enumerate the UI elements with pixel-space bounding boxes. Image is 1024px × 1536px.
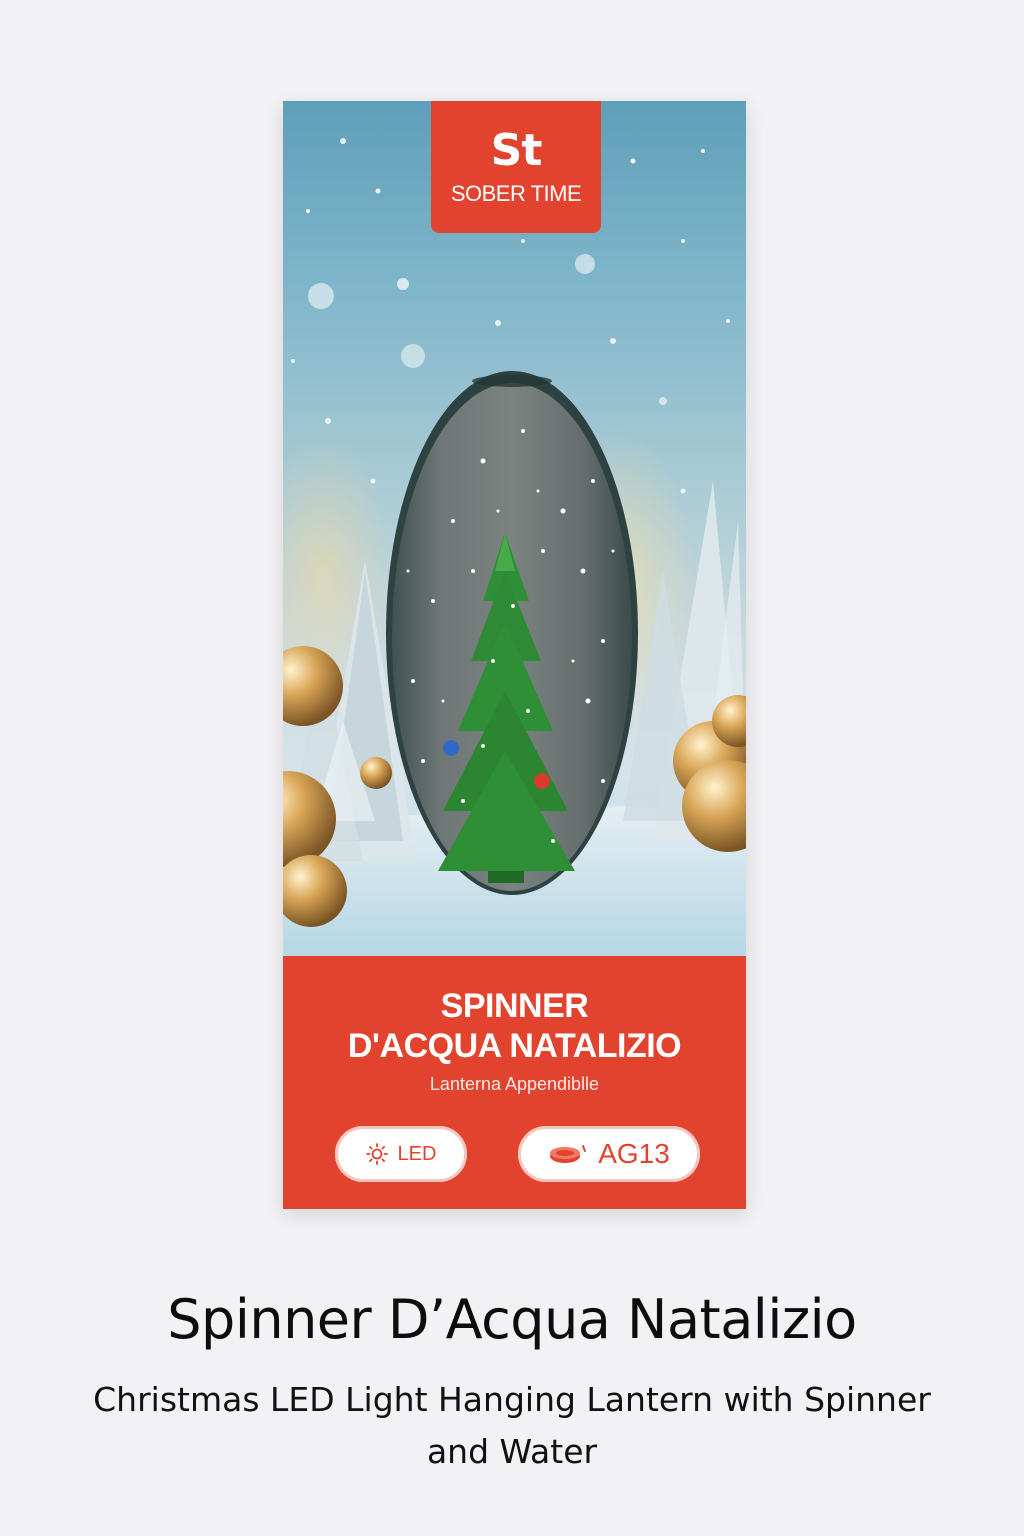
product-box: St SOBER TIME SPINNER D'ACQUA NATALIZIO … <box>283 101 746 1209</box>
brand-logo-mark: St <box>490 125 543 176</box>
led-badge-label: LED <box>397 1142 437 1165</box>
product-image-page: St SOBER TIME SPINNER D'ACQUA NATALIZIO … <box>0 0 1024 1536</box>
sun-icon <box>365 1143 388 1165</box>
package-title-line1: SPINNER <box>440 987 589 1025</box>
product-caption-subtitle: Christmas LED Light Hanging Lantern with… <box>93 1380 931 1471</box>
led-badge: LED <box>335 1126 467 1182</box>
winter-scene-artwork: St SOBER TIME <box>283 101 746 956</box>
product-label-panel: SPINNER D'ACQUA NATALIZIO Lanterna Appen… <box>283 956 746 1209</box>
package-title: SPINNER D'ACQUA NATALIZIO <box>283 986 746 1066</box>
brand-name: SOBER TIME <box>450 181 582 206</box>
brand-logo-tab: St SOBER TIME <box>431 101 601 233</box>
package-subtitle: Lanterna Appendiblle <box>429 1074 600 1094</box>
package-title-line2: D'ACQUA NATALIZIO <box>347 1027 682 1065</box>
battery-icon <box>550 1145 587 1163</box>
battery-badge: AG13 <box>518 1126 700 1182</box>
product-caption-title: Spinner D’Acqua Natalizio <box>167 1288 857 1351</box>
battery-badge-label: AG13 <box>598 1138 670 1169</box>
